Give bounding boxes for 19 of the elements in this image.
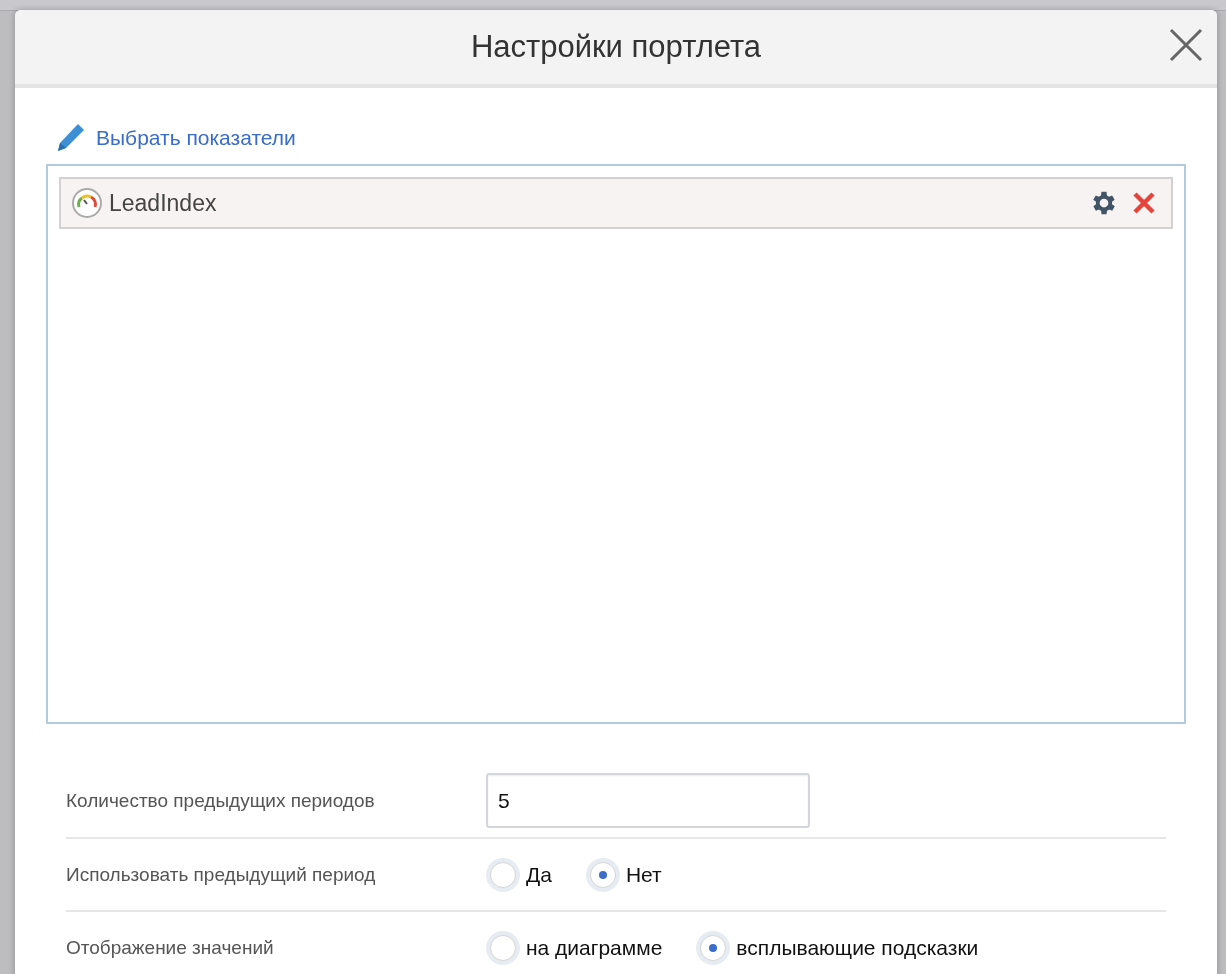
radio-option[interactable]: на диаграмме	[486, 930, 663, 965]
select-indicators-link[interactable]: Выбрать показатели	[96, 126, 296, 150]
radio-option[interactable]: всплывающие подсказки	[696, 930, 979, 965]
dialog-title: Настройки портлета	[470, 29, 762, 65]
radio-button[interactable]	[486, 930, 520, 965]
radio-button[interactable]	[696, 930, 731, 965]
indicator-name: LeadIndex	[109, 189, 218, 217]
close-button[interactable]	[1169, 28, 1203, 62]
radio-button[interactable]	[486, 857, 520, 892]
radio-button[interactable]	[585, 857, 620, 892]
periods-input[interactable]: 5	[486, 773, 810, 828]
indicator-item[interactable]: LeadIndex	[59, 177, 1173, 229]
field-label: Использовать предыдущий период	[66, 863, 377, 886]
pencil-icon	[56, 122, 86, 154]
field-label: Количество предыдущих периодов	[66, 789, 376, 812]
gauge-icon	[71, 187, 103, 219]
field-label: Отображение значений	[66, 936, 275, 959]
radio-option[interactable]: Да	[486, 857, 552, 892]
radio-option[interactable]: Нет	[585, 857, 662, 892]
